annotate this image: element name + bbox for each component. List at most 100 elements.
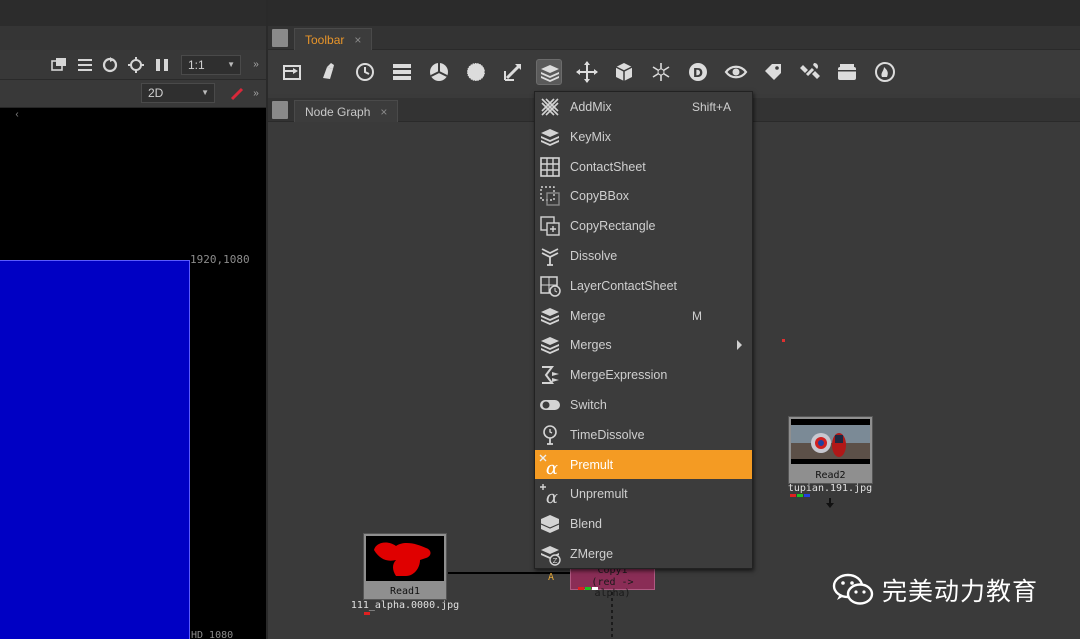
panel-menu-handle[interactable] — [272, 29, 288, 47]
window-top-strip — [268, 0, 1080, 26]
other-tool-icon[interactable] — [797, 59, 823, 85]
close-icon[interactable]: × — [380, 105, 387, 119]
merge-icon — [538, 304, 562, 328]
tab-toolbar[interactable]: Toolbar × — [294, 28, 373, 50]
pen-icon[interactable] — [228, 85, 246, 103]
menu-item-unpremult[interactable]: α Unpremult — [535, 479, 752, 509]
metadata-tool-icon[interactable] — [760, 59, 786, 85]
menu-item-zmerge[interactable]: Z ZMerge — [535, 539, 752, 569]
switch-icon — [538, 393, 562, 417]
furnace-tool-icon[interactable] — [834, 59, 860, 85]
channel-tool-icon[interactable] — [389, 59, 415, 85]
menu-item-label: Switch — [570, 398, 607, 412]
read1-filename: 111_alpha.0000.jpg — [350, 600, 460, 611]
viewer-tab-strip — [0, 26, 266, 50]
pause-icon[interactable] — [153, 56, 171, 74]
menu-item-premult[interactable]: α Premult — [535, 449, 752, 480]
read1-channel-chips — [364, 612, 370, 615]
time-tool-icon[interactable] — [352, 59, 378, 85]
views-tool-icon[interactable] — [723, 59, 749, 85]
wechat-icon — [832, 573, 874, 605]
watermark: 完美动力教育 — [832, 570, 1038, 610]
menu-item-keymix[interactable]: KeyMix — [535, 122, 752, 152]
expand-icon[interactable]: » — [247, 85, 265, 103]
filter-tool-icon[interactable] — [463, 59, 489, 85]
roi-icon[interactable] — [50, 56, 68, 74]
dissolve-icon — [538, 244, 562, 268]
timedissolve-icon — [538, 423, 562, 447]
copy1-channel-chips — [578, 587, 598, 590]
keyer-tool-icon[interactable] — [500, 59, 526, 85]
menu-item-label: Merge — [570, 308, 606, 323]
menu-item-label: LayerContactSheet — [570, 278, 678, 293]
menu-item-label: Dissolve — [570, 249, 618, 263]
unpremult-icon: α — [538, 482, 562, 508]
draw-tool-icon[interactable] — [315, 59, 341, 85]
ofx-tool-icon[interactable] — [872, 59, 898, 85]
zoom-select[interactable]: 1:1 ▼ — [181, 55, 241, 75]
menu-item-label: Merges — [570, 338, 612, 353]
refresh-icon[interactable] — [101, 56, 119, 74]
particles-tool-icon[interactable] — [648, 59, 674, 85]
3d-tool-icon[interactable] — [611, 59, 637, 85]
format-corner-label: 1920,1080 — [190, 253, 250, 266]
merge-tool-icon[interactable] — [536, 59, 562, 85]
viewer-top-strip — [0, 0, 266, 26]
read1-label: Read1 — [389, 586, 421, 597]
svg-text:Z: Z — [553, 557, 558, 565]
zmerge-icon: Z — [538, 542, 562, 566]
close-icon[interactable]: × — [354, 33, 361, 47]
copyrectangle-icon — [538, 214, 562, 238]
image-tool-icon[interactable] — [279, 59, 305, 85]
chevron-left-icon[interactable]: ‹ — [8, 106, 26, 124]
menu-item-layercontactsheet[interactable]: LayerContactSheet — [535, 271, 752, 301]
copy1-input-a-label: A — [548, 572, 555, 583]
read1-node[interactable]: Read1 — [363, 533, 447, 600]
transform-tool-icon[interactable] — [574, 59, 600, 85]
menu-item-label: CopyRectangle — [570, 219, 656, 234]
menu-item-mergeexpression[interactable]: MergeExpression — [535, 360, 752, 390]
menu-item-label: KeyMix — [570, 129, 611, 144]
list-icon[interactable] — [76, 56, 94, 74]
menu-item-label: Unpremult — [570, 487, 628, 502]
menu-item-copyrectangle[interactable]: CopyRectangle — [535, 211, 752, 241]
menu-item-merge[interactable]: Merge M — [535, 301, 752, 331]
menu-item-copybbox[interactable]: CopyBBox — [535, 181, 752, 211]
read2-channel-chips — [790, 494, 810, 497]
deep-tool-icon[interactable]: D — [685, 59, 711, 85]
menu-item-label: ContactSheet — [570, 159, 646, 174]
menu-item-dissolve[interactable]: Dissolve — [535, 241, 752, 271]
read2-label: Read2 — [815, 470, 846, 481]
menu-item-blend[interactable]: Blend — [535, 509, 752, 539]
menu-item-timedissolve[interactable]: TimeDissolve — [535, 420, 752, 450]
svg-text:α: α — [546, 487, 558, 506]
gear-icon[interactable] — [127, 56, 145, 74]
submenu-arrow-icon — [737, 340, 742, 351]
chevron-down-icon: ▼ — [227, 60, 235, 69]
menu-item-label: MergeExpression — [570, 368, 668, 383]
viewer-panel: ‹ 1:1 ▼ » 2D ▼ » — [0, 0, 266, 639]
expand-icon[interactable]: » — [247, 56, 265, 74]
layercontactsheet-icon — [538, 274, 562, 298]
color-tool-icon[interactable] — [426, 59, 452, 85]
menu-item-label: ZMerge — [570, 547, 614, 561]
read2-node[interactable]: Read2 — [788, 416, 873, 484]
merges-icon — [538, 333, 562, 357]
menu-item-shortcut: Shift+A — [692, 100, 732, 114]
chevron-down-icon: ▼ — [201, 88, 209, 97]
menu-item-shortcut: M — [692, 308, 702, 323]
menu-item-switch[interactable]: Switch — [535, 390, 752, 420]
tab-node-graph[interactable]: Node Graph × — [294, 100, 399, 122]
menu-item-label: AddMix — [570, 100, 612, 114]
addmix-icon — [538, 95, 562, 119]
svg-text:D: D — [693, 66, 703, 80]
menu-item-contactsheet[interactable]: ContactSheet — [535, 152, 752, 182]
viewer-image — [0, 260, 190, 639]
menu-item-label: TimeDissolve — [570, 427, 645, 442]
copybbox-icon — [538, 184, 562, 208]
menu-item-merges[interactable]: Merges — [535, 330, 752, 360]
panel-menu-handle[interactable] — [272, 101, 288, 119]
view-mode-select[interactable]: 2D ▼ — [141, 83, 215, 103]
menu-item-addmix[interactable]: AddMix Shift+A — [535, 92, 752, 122]
menu-item-label: Premult — [570, 457, 614, 472]
